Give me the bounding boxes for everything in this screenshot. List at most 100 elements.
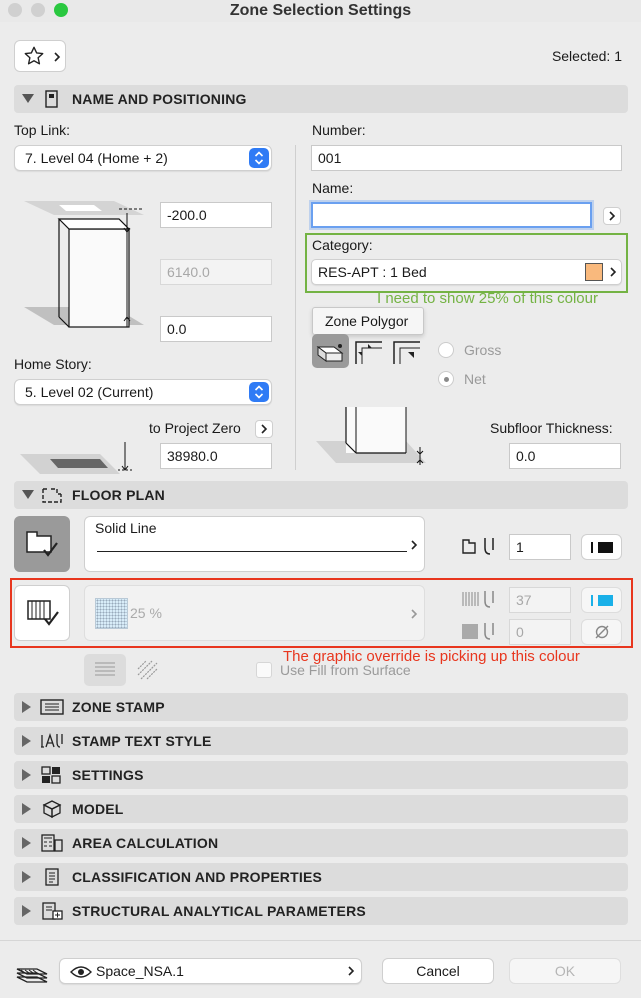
contour-pen-input[interactable]: 1 (509, 534, 571, 560)
star-icon (24, 46, 44, 65)
zone-tag-icon (45, 90, 58, 108)
chevron-right-icon (348, 966, 355, 976)
home-story-select[interactable]: 5. Level 02 (Current) (14, 379, 272, 405)
chevron-right-icon (610, 267, 617, 277)
zone-polygon-icon (316, 344, 344, 362)
home-story-value: 5. Level 02 (Current) (25, 384, 154, 400)
title-bar: Zone Selection Settings (0, 0, 641, 22)
subfloor-input[interactable]: 0.0 (509, 443, 621, 469)
line-preview (97, 551, 407, 552)
chevron-right-icon (411, 609, 418, 619)
disclosure-triangle-icon (22, 871, 31, 883)
background-pen-icon (462, 623, 494, 640)
bottom-offset-input[interactable]: 0.0 (160, 316, 272, 342)
ok-button[interactable]: OK (509, 958, 621, 984)
reference-level-button[interactable] (255, 420, 273, 438)
layer-icon (16, 968, 48, 983)
disclosure-triangle-icon (22, 735, 31, 747)
zone-stamp-icon (40, 699, 64, 715)
tooltip-text: Zone Polygor (325, 313, 409, 329)
radio-dot (444, 377, 449, 382)
disclosure-triangle-icon (22, 803, 31, 815)
geometry-polygon-button[interactable] (312, 334, 349, 368)
fill-pen-color-button[interactable] (581, 587, 622, 613)
subfloor-label: Subfloor Thickness: (490, 420, 613, 436)
disclosure-triangle-icon (22, 905, 31, 917)
section-name-positioning[interactable]: NAME AND POSITIONING (14, 85, 628, 113)
section-classification[interactable]: CLASSIFICATION AND PROPERTIES (14, 863, 628, 891)
floor-plan-icon (42, 488, 62, 503)
fill-hatch-option-icon[interactable] (136, 659, 160, 681)
text-style-icon (41, 732, 63, 748)
disclosure-triangle-icon (22, 769, 31, 781)
geometry-rectangle-icon[interactable] (354, 338, 384, 366)
net-radio[interactable] (438, 371, 454, 387)
geometry-rotated-rectangle-icon[interactable] (392, 338, 422, 366)
transparent-icon (595, 625, 609, 639)
background-pen-input[interactable]: 0 (509, 619, 571, 645)
use-fill-checkbox[interactable] (256, 662, 272, 678)
fill-lines-icon (95, 662, 115, 676)
contour-toggle-button[interactable] (14, 516, 70, 572)
eye-icon (70, 966, 92, 978)
disclosure-triangle-icon (22, 701, 31, 713)
section-title: MODEL (72, 801, 124, 817)
contour-pen-color-button[interactable] (581, 534, 622, 560)
document-list-icon (45, 868, 59, 886)
top-link-select[interactable]: 7. Level 04 (Home + 2) (14, 145, 272, 171)
section-title: NAME AND POSITIONING (72, 91, 247, 107)
project-zero-diagram (20, 442, 132, 474)
section-settings[interactable]: SETTINGS (14, 761, 628, 789)
pen-bar (591, 595, 593, 606)
layer-select[interactable]: Space_NSA.1 (59, 958, 362, 984)
project-zero-label: to Project Zero (149, 420, 241, 436)
section-title: SETTINGS (72, 767, 144, 783)
popup-stepper-icon (249, 382, 269, 402)
project-zero-input[interactable]: 38980.0 (160, 443, 272, 469)
fill-solid-option[interactable] (84, 654, 126, 686)
fill-pen-input[interactable]: 37 (509, 587, 571, 613)
section-area-calculation[interactable]: AREA CALCULATION (14, 829, 628, 857)
top-offset-input[interactable]: -200.0 (160, 202, 272, 228)
gross-label: Gross (464, 342, 502, 358)
selected-count: Selected: 1 (551, 48, 622, 64)
name-label: Name: (312, 180, 354, 196)
number-label: Number: (312, 122, 366, 138)
net-label: Net (464, 371, 486, 387)
background-pen-color-button[interactable] (581, 619, 622, 645)
number-input[interactable]: 001 (311, 145, 622, 171)
footer-divider (0, 940, 641, 941)
fill-type-select[interactable]: 25 % (84, 585, 425, 641)
top-link-value: 7. Level 04 (Home + 2) (25, 150, 168, 166)
hatched-fill-icon (27, 600, 59, 626)
disclosure-triangle-icon (22, 94, 34, 103)
contour-pen-icon (462, 538, 494, 555)
structural-analysis-icon (42, 902, 63, 920)
chevron-right-icon (261, 424, 268, 434)
category-color-swatch (585, 263, 603, 281)
section-floor-plan[interactable]: FLOOR PLAN (14, 481, 628, 509)
tooltip: Zone Polygor (312, 307, 424, 335)
line-type-select[interactable]: Solid Line (84, 516, 425, 572)
section-title: STRUCTURAL ANALYTICAL PARAMETERS (72, 903, 366, 919)
section-stamp-text-style[interactable]: STAMP TEXT STYLE (14, 727, 628, 755)
section-title: ZONE STAMP (72, 699, 165, 715)
disclosure-triangle-icon (22, 837, 31, 849)
name-input[interactable] (311, 202, 592, 228)
top-link-label: Top Link: (14, 122, 71, 138)
section-model[interactable]: MODEL (14, 795, 628, 823)
settings-grid-icon (41, 766, 61, 784)
height-input[interactable]: 6140.0 (160, 259, 272, 285)
section-structural[interactable]: STRUCTURAL ANALYTICAL PARAMETERS (14, 897, 628, 925)
name-options-button[interactable] (603, 207, 621, 225)
chevron-right-icon (411, 540, 418, 550)
cancel-button[interactable]: Cancel (382, 958, 494, 984)
column-divider (295, 145, 296, 470)
favorites-button[interactable] (14, 40, 66, 72)
gross-radio[interactable] (438, 342, 454, 358)
category-select[interactable]: RES-APT : 1 Bed (311, 259, 622, 285)
home-story-label: Home Story: (14, 356, 92, 372)
section-zone-stamp[interactable]: ZONE STAMP (14, 693, 628, 721)
pen-bar (591, 542, 593, 553)
fill-toggle-button[interactable] (14, 585, 70, 641)
